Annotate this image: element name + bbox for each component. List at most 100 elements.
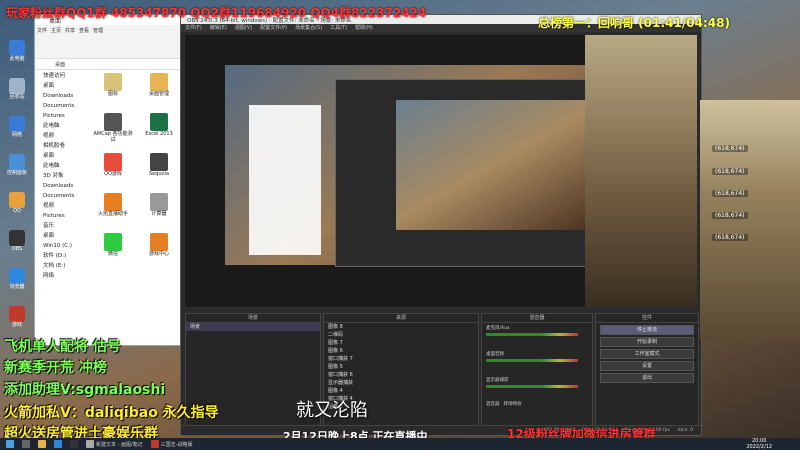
coordinate-label: (618,674) — [712, 212, 748, 219]
start-button[interactable] — [4, 439, 16, 449]
nav-item[interactable]: 视频 — [35, 201, 87, 211]
nav-item[interactable]: 桌面 — [35, 231, 87, 241]
nav-item[interactable]: Win10 (C:) — [35, 241, 87, 251]
settings-button[interactable]: 设置 — [600, 361, 694, 371]
coordinate-label: (618,674) — [712, 190, 748, 197]
nav-item[interactable]: 快速访问 — [35, 71, 87, 81]
address-bar[interactable]: 桌面 — [35, 59, 181, 70]
nav-item[interactable]: Documents — [35, 101, 87, 111]
mixer-channel: 桌面音频 — [482, 349, 592, 375]
mixer-dock: 混音器 麦克风/Aux 桌面音频 显示器捕获 混音器 转场特效 — [481, 313, 593, 427]
file-item[interactable]: 图标 — [91, 73, 135, 111]
source-item[interactable]: 图像 5 — [324, 363, 478, 371]
menu-item[interactable]: 文件(F) — [185, 24, 202, 32]
ribbon-tab[interactable]: 共享 — [65, 27, 75, 56]
rank-timer-banner: 总榜第一：回响哥 (01:41/04:48) — [538, 16, 730, 30]
menu-item[interactable]: 场景集合(S) — [295, 24, 322, 32]
taskbar-app[interactable]: 三国志-战略版 — [149, 439, 195, 449]
desktop-icon[interactable]: 回收站 — [4, 78, 30, 112]
source-item[interactable]: 图像 6 — [324, 347, 478, 355]
tab-transitions[interactable]: 转场特效 — [504, 401, 522, 407]
desktop-icon[interactable]: 游戏 — [4, 306, 30, 340]
nested-obs-window — [335, 79, 596, 267]
desktop-icon[interactable]: QQ — [4, 192, 30, 226]
stream-title: 就又沦陷 — [296, 400, 368, 421]
source-item[interactable]: 显示器捕获 — [324, 379, 478, 387]
folder-icon — [150, 73, 168, 91]
file-item[interactable]: Sequoia — [137, 153, 181, 191]
source-item[interactable]: 二维码 — [324, 331, 478, 339]
nav-item[interactable]: Downloads — [35, 91, 87, 101]
start-recording-button[interactable]: 开始录制 — [600, 337, 694, 347]
menu-item[interactable]: 帮助(H) — [355, 24, 373, 32]
volume-meter[interactable] — [486, 385, 578, 388]
nav-item[interactable]: 此电脑 — [35, 121, 87, 131]
exit-button[interactable]: 退出 — [600, 373, 694, 383]
taskbar-app[interactable] — [36, 439, 48, 449]
file-item[interactable]: 计算器 — [137, 193, 181, 231]
nav-item[interactable]: Downloads — [35, 181, 87, 191]
nav-item[interactable]: Documents — [35, 191, 87, 201]
scene-item[interactable]: 场景 — [186, 323, 320, 331]
excel-icon — [150, 113, 168, 131]
wechat-icon — [104, 233, 122, 251]
nav-item[interactable]: 相机胶卷 — [35, 141, 87, 151]
source-item[interactable]: 窗口捕获 6 — [324, 371, 478, 379]
taskbar-clock[interactable]: 20:00 2022/2/12 — [746, 438, 772, 450]
dock-header: 来源 — [324, 314, 478, 323]
menu-item[interactable]: 工具(T) — [330, 24, 347, 32]
nav-item[interactable]: 桌面 — [35, 81, 87, 91]
live-assistant-icon — [104, 193, 122, 211]
nav-item[interactable]: 音乐 — [35, 221, 87, 231]
nav-item[interactable]: 此电脑 — [35, 161, 87, 171]
nav-item[interactable]: Pictures — [35, 211, 87, 221]
nav-item[interactable]: 网络 — [35, 271, 87, 281]
browser-icon — [54, 440, 62, 448]
ribbon-tab[interactable]: 文件 — [37, 27, 47, 56]
recycle-bin-icon — [9, 78, 25, 94]
file-item[interactable]: QQ游戏 — [91, 153, 135, 191]
nav-item[interactable]: 文档 (E:) — [35, 261, 87, 271]
desktop-icon[interactable]: 浏览器 — [4, 268, 30, 302]
file-item[interactable]: AMCap 各功能测试 — [91, 113, 135, 151]
menu-item[interactable]: 配置文件(P) — [260, 24, 287, 32]
computer-icon — [9, 40, 25, 56]
studio-mode-button[interactable]: 工作室模式 — [600, 349, 694, 359]
taskbar-app[interactable]: 新建文本 - 画图/笔记 — [84, 439, 145, 449]
volume-meter[interactable] — [486, 333, 578, 336]
promo-line: 火箭加私V：daliqibao 永久指导 — [4, 405, 219, 421]
source-item[interactable]: 窗口捕获 7 — [324, 355, 478, 363]
volume-meter[interactable] — [486, 359, 578, 362]
obs-preview[interactable] — [185, 35, 697, 307]
taskbar-app[interactable] — [20, 439, 32, 449]
nav-item[interactable]: 软件 (D:) — [35, 251, 87, 261]
nav-item[interactable]: Pictures — [35, 111, 87, 121]
taskbar-app[interactable] — [68, 439, 80, 449]
menu-item[interactable]: 视图(V) — [235, 24, 252, 32]
ribbon-tab[interactable]: 主页 — [51, 27, 61, 56]
stop-streaming-button[interactable]: 停止推流 — [600, 325, 694, 335]
desktop-icon[interactable]: 控制面板 — [4, 154, 30, 188]
nav-item[interactable]: 视频 — [35, 131, 87, 141]
file-item[interactable]: 桌面管理 — [137, 73, 181, 111]
controls-dock: 控件 停止推流 开始录制 工作室模式 设置 退出 — [595, 313, 699, 427]
menu-item[interactable]: 编辑(E) — [210, 24, 227, 32]
tab-mixer[interactable]: 混音器 — [486, 401, 500, 407]
source-item[interactable]: 图像 8 — [324, 323, 478, 331]
nav-item[interactable]: 3D 对象 — [35, 171, 87, 181]
taskbar-app[interactable] — [52, 439, 64, 449]
source-item[interactable]: 图像 4 — [324, 387, 478, 395]
file-explorer-window: 桌面 文件 主页 共享 查看 管理 桌面 快速访问 桌面 Downloads D… — [34, 14, 182, 346]
desktop-icon[interactable]: 网络 — [4, 116, 30, 150]
ribbon-tab[interactable]: 管理 — [93, 27, 103, 56]
desktop-icon[interactable]: 此电脑 — [4, 40, 30, 74]
game-window — [700, 100, 800, 340]
ribbon-tab[interactable]: 查看 — [79, 27, 89, 56]
source-item[interactable]: 图像 7 — [324, 339, 478, 347]
desktop-icon[interactable]: OBS — [4, 230, 30, 264]
file-item[interactable]: Excel 2013 — [137, 113, 181, 151]
file-item[interactable]: 微信 — [91, 233, 135, 271]
nav-item[interactable]: 桌面 — [35, 151, 87, 161]
file-item[interactable]: 火焰直播助手 — [91, 193, 135, 231]
file-item[interactable]: 游戏中心 — [137, 233, 181, 271]
